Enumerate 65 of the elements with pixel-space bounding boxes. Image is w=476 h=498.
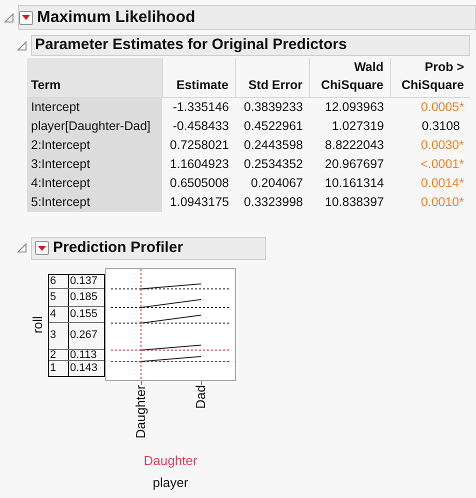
table-cell-text: 0.4522961 bbox=[242, 118, 304, 135]
column-header: Term bbox=[27, 58, 162, 98]
table-cell-text: 0.2534352 bbox=[242, 156, 304, 173]
probability-value: 0.185 bbox=[69, 292, 98, 303]
level-label: 2 bbox=[49, 350, 69, 360]
level-label: 5 bbox=[49, 288, 69, 306]
table-cell-text: 1.027319 bbox=[330, 118, 385, 135]
table-cell-text: 10.838397 bbox=[324, 194, 385, 211]
level-label: 3 bbox=[49, 322, 69, 349]
menu-button[interactable] bbox=[35, 241, 49, 256]
axis-label: roll bbox=[28, 316, 46, 333]
probability-value: 0.267 bbox=[69, 330, 98, 342]
probability-value: 0.113 bbox=[69, 350, 97, 360]
probability-value: 0.155 bbox=[69, 309, 98, 320]
table-cell: 0.7258021 bbox=[162, 136, 235, 155]
column-header: Prob > ChiSquare bbox=[390, 58, 470, 98]
table-cell: 0.6505008 bbox=[162, 174, 235, 193]
table-cell-text: 10.161314 bbox=[324, 174, 385, 192]
table-cell: 12.093963 bbox=[309, 98, 390, 117]
table-cell: 2:Intercept bbox=[27, 136, 162, 155]
table-cell-text: 0.0010* bbox=[420, 194, 465, 211]
section-header[interactable]: Parameter Estimates for Original Predictors bbox=[31, 35, 470, 56]
section-title: Prediction Profiler bbox=[53, 238, 184, 258]
table-cell-text: 0.204067 bbox=[250, 174, 304, 192]
table-cell: 1.0943175 bbox=[162, 192, 235, 212]
table-cell-text: 0.3323998 bbox=[242, 194, 304, 211]
section-header[interactable]: Maximum Likelihood bbox=[18, 5, 476, 30]
level-label: 1 bbox=[49, 361, 69, 376]
tick-label: Daughter bbox=[133, 384, 149, 438]
probability-value: 0.137 bbox=[69, 276, 98, 287]
current-value[interactable]: Daughter bbox=[144, 450, 198, 470]
table-cell: 1.1604923 bbox=[162, 154, 235, 174]
disclosure-triangle-icon[interactable] bbox=[17, 40, 27, 50]
section-header[interactable]: Prediction Profiler bbox=[31, 236, 266, 260]
table-cell-text: 0.3108 bbox=[420, 118, 461, 135]
table-cell: -1.335146 bbox=[162, 98, 235, 117]
disclosure-triangle-icon[interactable] bbox=[17, 243, 27, 254]
table-cell-text: 0.0030* bbox=[420, 136, 465, 154]
column-header: Wald ChiSquare bbox=[309, 58, 390, 98]
caret-icon bbox=[38, 246, 46, 251]
table-cell: 3:Intercept bbox=[27, 154, 162, 174]
table-cell: Intercept bbox=[27, 98, 162, 117]
axis-label: player bbox=[152, 474, 188, 492]
table-cell-text: 0.0014* bbox=[420, 174, 465, 192]
table-cell-text: <.0001* bbox=[420, 156, 465, 173]
table-cell: 0.0005* bbox=[390, 98, 470, 117]
level-label: 6 bbox=[49, 274, 69, 288]
table-cell: 5:Intercept bbox=[27, 192, 162, 212]
table-cell-text: 0.2443598 bbox=[242, 136, 304, 154]
table-cell-text: 20.967697 bbox=[324, 156, 385, 173]
section-title: Parameter Estimates for Original Predictors bbox=[35, 35, 347, 56]
menu-button[interactable] bbox=[19, 10, 33, 24]
table-cell: 0.3839233 bbox=[235, 98, 309, 117]
column-header: Std Error bbox=[235, 58, 309, 98]
table-cell: player[Daughter-Dad] bbox=[27, 116, 162, 136]
table-cell-text: 8.8222043 bbox=[324, 136, 385, 154]
level-label: 4 bbox=[49, 307, 69, 322]
probability-value: 0.143 bbox=[69, 362, 98, 374]
tick-label: Dad bbox=[193, 384, 209, 409]
caret-icon bbox=[22, 15, 30, 20]
column-header: Estimate bbox=[162, 58, 235, 98]
table-cell: -0.458433 bbox=[162, 116, 235, 136]
disclosure-triangle-icon[interactable] bbox=[4, 12, 14, 22]
table-cell: 4:Intercept bbox=[27, 174, 162, 193]
section-title: Maximum Likelihood bbox=[37, 8, 196, 28]
